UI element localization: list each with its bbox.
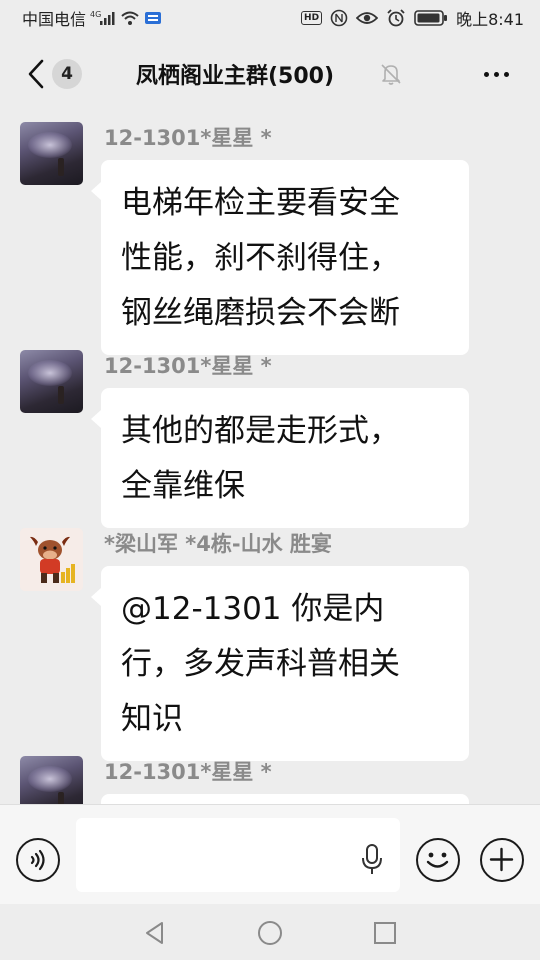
nfc-icon (330, 9, 348, 27)
system-nav-bar (0, 904, 540, 960)
voice-icon (30, 849, 45, 871)
back-triangle-icon[interactable] (140, 918, 170, 948)
sender-name: 12-1301*星星 * (104, 760, 272, 784)
plus-icon (489, 847, 514, 872)
back-button[interactable] (18, 56, 54, 92)
chat-header: 4 凤栖阁业主群(500) (0, 36, 540, 114)
sender-avatar[interactable] (20, 350, 83, 413)
message-item: 12-1301*星星 * 电梯年检主要看安全 性能，刹不刹得住， 钢丝绳磨损会不… (0, 118, 540, 355)
alarm-icon (386, 9, 406, 27)
input-bar (0, 804, 540, 904)
eye-icon (356, 10, 379, 26)
more-options-button[interactable] (478, 56, 514, 92)
emoji-icon (426, 852, 449, 868)
message-item: 12-1301*星星 * (0, 752, 540, 804)
message-bubble[interactable]: 其他的都是走形式， 全靠维保 (91, 388, 469, 528)
wifi-icon (120, 10, 140, 26)
message-line: 性能，刹不刹得住， (121, 240, 400, 276)
home-circle-icon[interactable] (255, 918, 285, 948)
signal-icon: 4G (90, 10, 116, 26)
more-actions-button[interactable] (480, 838, 524, 882)
more-dot-icon (493, 71, 499, 77)
battery-icon (414, 9, 448, 27)
sender-name: 12-1301*星星 * (104, 354, 272, 378)
ox-avatar-icon (20, 528, 83, 591)
message-line: 知识 (121, 701, 183, 737)
unread-count-badge: 4 (52, 59, 82, 89)
message-item: *梁山军 *4栋-山水 胜宴 @12-1301 你是内 行，多发声科普相关 知识 (0, 524, 540, 761)
network-type-label: 4G (90, 10, 101, 19)
status-bar: 中国电信 4G HD 晚上8:41 (0, 0, 540, 36)
chat-title: 凤栖阁业主群(500) (136, 64, 335, 89)
message-line: 钢丝绳磨损会不会断 (121, 295, 400, 331)
message-bubble[interactable]: 电梯年检主要看安全 性能，刹不刹得住， 钢丝绳磨损会不会断 (91, 160, 469, 355)
message-line: 电梯年检主要看安全 (121, 185, 400, 221)
voice-toggle-button[interactable] (16, 838, 60, 882)
message-bubble[interactable] (101, 794, 469, 804)
sender-avatar[interactable] (20, 122, 83, 185)
sender-name: 12-1301*星星 * (104, 126, 272, 150)
status-time: 晚上8:41 (456, 10, 524, 29)
more-dot-icon (503, 71, 509, 77)
carrier-label: 中国电信 (22, 10, 87, 29)
recents-square-icon[interactable] (370, 918, 400, 948)
emoji-button[interactable] (416, 838, 460, 882)
sim-icon (144, 10, 162, 26)
sender-avatar[interactable] (20, 528, 83, 591)
chevron-left-icon (28, 59, 44, 89)
sender-avatar[interactable] (20, 756, 83, 804)
message-item: 12-1301*星星 * 其他的都是走形式， 全靠维保 (0, 346, 540, 528)
sender-name: *梁山军 *4栋-山水 胜宴 (104, 532, 332, 556)
more-dot-icon (483, 71, 489, 77)
message-line: 行，多发声科普相关 (121, 646, 400, 682)
message-input[interactable] (76, 818, 400, 892)
hd-icon: HD (301, 11, 323, 25)
mute-bell-icon (381, 64, 401, 85)
message-line: 全靠维保 (121, 468, 245, 504)
message-bubble[interactable]: @12-1301 你是内 行，多发声科普相关 知识 (91, 566, 469, 761)
message-line: 其他的都是走形式， (121, 413, 400, 449)
message-line: @12-1301 你是内 (121, 591, 385, 627)
message-list[interactable]: 12-1301*星星 * 电梯年检主要看安全 性能，刹不刹得住， 钢丝绳磨损会不… (0, 114, 540, 804)
mic-icon[interactable] (358, 843, 386, 877)
